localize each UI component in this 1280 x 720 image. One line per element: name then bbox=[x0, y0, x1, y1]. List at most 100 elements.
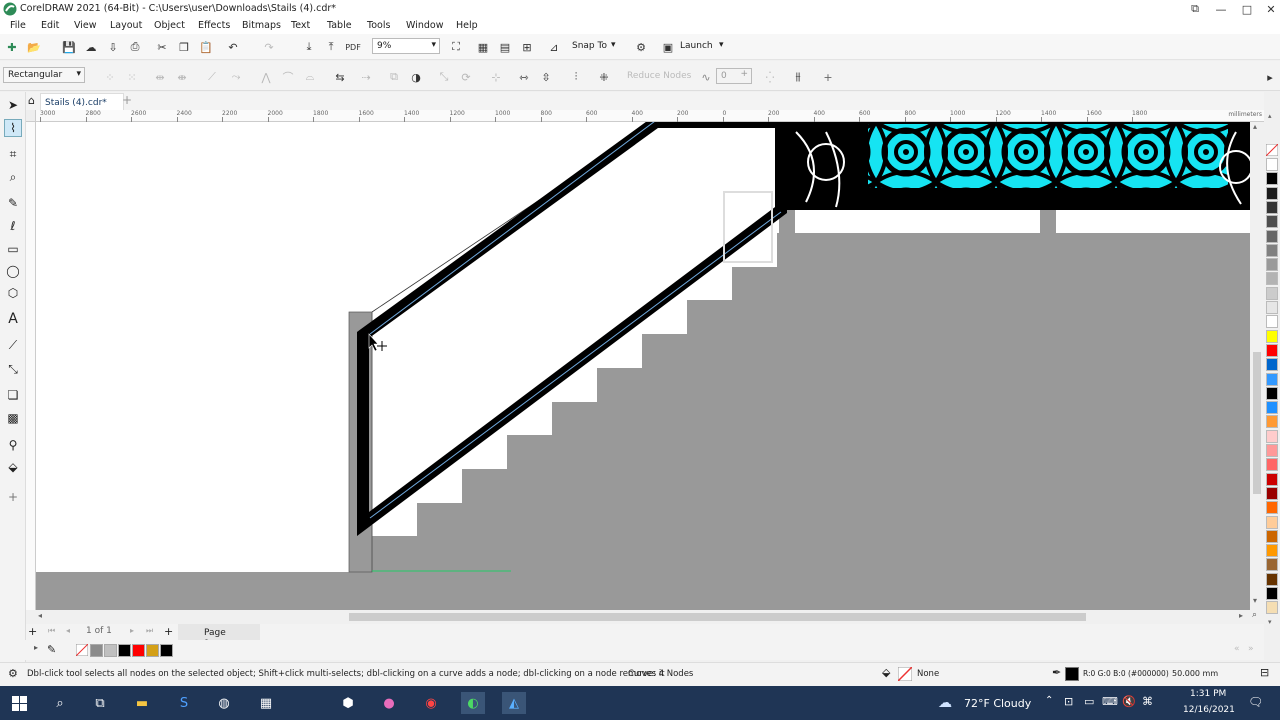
transparency-tool-icon[interactable]: ▩ bbox=[4, 409, 22, 427]
clock-time[interactable]: 1:31 PM bbox=[1190, 689, 1226, 699]
menu-effects[interactable]: Effects bbox=[198, 20, 230, 31]
scroll-down-icon[interactable]: ▾ bbox=[1253, 596, 1257, 605]
break-curve-icon[interactable]: ⇼ bbox=[174, 69, 190, 85]
windows-start-icon[interactable] bbox=[12, 696, 27, 711]
chrome-icon[interactable]: ◉ bbox=[419, 692, 443, 714]
clock-date[interactable]: 12/16/2021 bbox=[1183, 705, 1235, 715]
palette-color-swatch[interactable] bbox=[1266, 343, 1278, 357]
vertical-ruler[interactable] bbox=[26, 110, 36, 610]
reflect-vertical-icon[interactable]: ⇳ bbox=[538, 69, 554, 85]
smooth-node-icon[interactable]: ⌒ bbox=[280, 69, 296, 85]
polygon-tool-icon[interactable]: ⬡ bbox=[4, 284, 22, 302]
export-icon[interactable]: ⤒ bbox=[322, 38, 340, 56]
extend-curve-icon[interactable]: ⇢ bbox=[358, 69, 374, 85]
palette-color-swatch[interactable] bbox=[1266, 358, 1278, 372]
zoom-level-dropdown[interactable]: 9% ▾ bbox=[372, 38, 440, 54]
palette-scroll-down-icon[interactable]: ▾ bbox=[1268, 618, 1272, 626]
parallel-dimension-icon[interactable]: ⟋ bbox=[4, 336, 22, 354]
add-plus-icon[interactable]: + bbox=[820, 69, 836, 85]
palette-color-swatch[interactable] bbox=[1266, 186, 1278, 200]
show-rulers-icon[interactable]: ▦ bbox=[474, 38, 492, 56]
document-color-swatch[interactable] bbox=[104, 644, 117, 657]
palette-color-swatch[interactable] bbox=[1266, 172, 1278, 186]
rotate-nodes-icon[interactable]: ⟳ bbox=[458, 69, 474, 85]
palette-color-swatch[interactable] bbox=[1266, 386, 1278, 400]
palette-color-swatch[interactable] bbox=[1266, 272, 1278, 286]
menu-table[interactable]: Table bbox=[327, 20, 352, 31]
previous-page-icon[interactable]: ◂ bbox=[66, 626, 70, 635]
ellipse-tool-icon[interactable]: ◯ bbox=[4, 262, 22, 280]
extract-subpath-icon[interactable]: ⧉ bbox=[386, 69, 402, 85]
align-nodes-icon[interactable]: ⊹ bbox=[488, 69, 504, 85]
fill-bucket-icon[interactable]: ⬙ bbox=[882, 666, 890, 679]
menu-bitmaps[interactable]: Bitmaps bbox=[242, 20, 281, 31]
palette-color-swatch[interactable] bbox=[1266, 515, 1278, 529]
outline-color-swatch[interactable] bbox=[1065, 667, 1079, 681]
palette-color-swatch[interactable] bbox=[1266, 444, 1278, 457]
tray-chevron-up-icon[interactable]: ⌃ bbox=[1045, 695, 1053, 706]
palette-color-swatch[interactable] bbox=[1266, 601, 1278, 615]
drop-shadow-icon[interactable]: ❏ bbox=[4, 386, 22, 404]
document-color-swatch[interactable] bbox=[90, 644, 103, 657]
palette-scroll-up-icon[interactable]: ▴ bbox=[1268, 112, 1272, 120]
join-nodes-icon[interactable]: ⇹ bbox=[152, 69, 168, 85]
menu-file[interactable]: File bbox=[10, 20, 26, 31]
palette-expand-icon[interactable]: ▸ bbox=[34, 643, 38, 652]
palette-color-swatch[interactable] bbox=[1266, 315, 1278, 329]
menu-object[interactable]: Object bbox=[154, 20, 185, 31]
landing-post-right[interactable] bbox=[1040, 210, 1056, 233]
copy-icon[interactable]: ❐ bbox=[175, 38, 193, 56]
selection-mode-dropdown[interactable]: Rectangular ▾ bbox=[3, 67, 85, 83]
to-curve-icon[interactable]: ⤳ bbox=[228, 69, 244, 85]
add-tool-plus-icon[interactable]: + bbox=[4, 488, 22, 506]
coreldraw-window-icon[interactable]: ◭ bbox=[502, 692, 526, 714]
add-node-icon[interactable]: ⁘ bbox=[102, 69, 118, 85]
symmetrical-node-icon[interactable]: ⌓ bbox=[302, 69, 318, 85]
palette-color-swatch[interactable] bbox=[1266, 529, 1278, 543]
select-all-nodes-icon[interactable]: ⁜ bbox=[596, 69, 612, 85]
horizontal-scroll-thumb[interactable] bbox=[349, 613, 1086, 621]
menu-layout[interactable]: Layout bbox=[110, 20, 142, 31]
elastic-mode-icon[interactable]: ⫶ bbox=[568, 69, 584, 85]
palette-color-swatch[interactable] bbox=[1266, 429, 1278, 443]
alignment-guides-icon[interactable]: ⊿ bbox=[545, 38, 563, 56]
search-icon[interactable]: ⌕ bbox=[48, 692, 72, 714]
launch-dropdown[interactable]: Launch bbox=[680, 41, 713, 51]
shape-tool-icon[interactable]: ⌇ bbox=[4, 119, 22, 137]
paste-icon[interactable]: 📋 bbox=[197, 38, 215, 56]
palette-color-swatch[interactable] bbox=[1266, 472, 1278, 486]
speaker-muted-icon[interactable]: 🔇 bbox=[1122, 695, 1136, 708]
show-grid-icon[interactable]: ▤ bbox=[496, 38, 514, 56]
import-icon[interactable]: ⤓ bbox=[300, 38, 318, 56]
rectangle-tool-icon[interactable]: ▭ bbox=[4, 240, 22, 258]
staircase-body[interactable] bbox=[372, 233, 1250, 572]
snap-to-dropdown[interactable]: Snap To bbox=[572, 41, 607, 51]
vertical-scrollbar[interactable]: ▴ ▾ bbox=[1250, 122, 1264, 610]
weather-cloud-icon[interactable]: ☁ bbox=[938, 695, 952, 711]
eyedropper-icon[interactable]: ✎ bbox=[47, 643, 56, 656]
menu-text[interactable]: Text bbox=[291, 20, 310, 31]
zoom-tool-icon[interactable]: ⌕ bbox=[4, 168, 22, 186]
zoom-navigator-icon[interactable]: ⌕ bbox=[1252, 610, 1257, 620]
launch-icon[interactable]: ▣ bbox=[659, 38, 677, 56]
stretch-nodes-icon[interactable]: ⤡ bbox=[436, 69, 452, 85]
palette-color-swatch[interactable] bbox=[1266, 458, 1278, 472]
palette-color-swatch[interactable] bbox=[1266, 229, 1278, 243]
palette-color-swatch[interactable] bbox=[1266, 286, 1278, 300]
palette-color-swatch[interactable] bbox=[1266, 215, 1278, 229]
publish-pdf-icon[interactable]: PDF bbox=[344, 38, 362, 56]
tab-document[interactable]: Stails (4).cdr* bbox=[40, 93, 124, 110]
delete-node-icon[interactable]: ⁙ bbox=[124, 69, 140, 85]
keyboard-icon[interactable]: ⌨ bbox=[1102, 695, 1118, 708]
color-proof-icon[interactable]: ⊟ bbox=[1260, 666, 1269, 679]
node-scale-icon[interactable]: ⁛ bbox=[762, 69, 778, 85]
notifications-icon[interactable]: 🗨 bbox=[1248, 695, 1263, 709]
full-screen-preview-icon[interactable]: ⛶ bbox=[447, 38, 465, 56]
palette-color-swatch[interactable] bbox=[1266, 587, 1278, 600]
document-color-swatch[interactable] bbox=[160, 644, 173, 657]
palette-color-swatch[interactable] bbox=[1266, 544, 1278, 558]
add-page-after-icon[interactable]: + bbox=[164, 625, 173, 638]
fill-none-swatch[interactable] bbox=[898, 667, 912, 681]
horizontal-ruler[interactable]: 3000 2800 2600 2400 2200 2000 1800 1600 1400 1200… bbox=[36, 110, 1264, 122]
status-settings-gear-icon[interactable]: ⚙ bbox=[8, 667, 18, 680]
